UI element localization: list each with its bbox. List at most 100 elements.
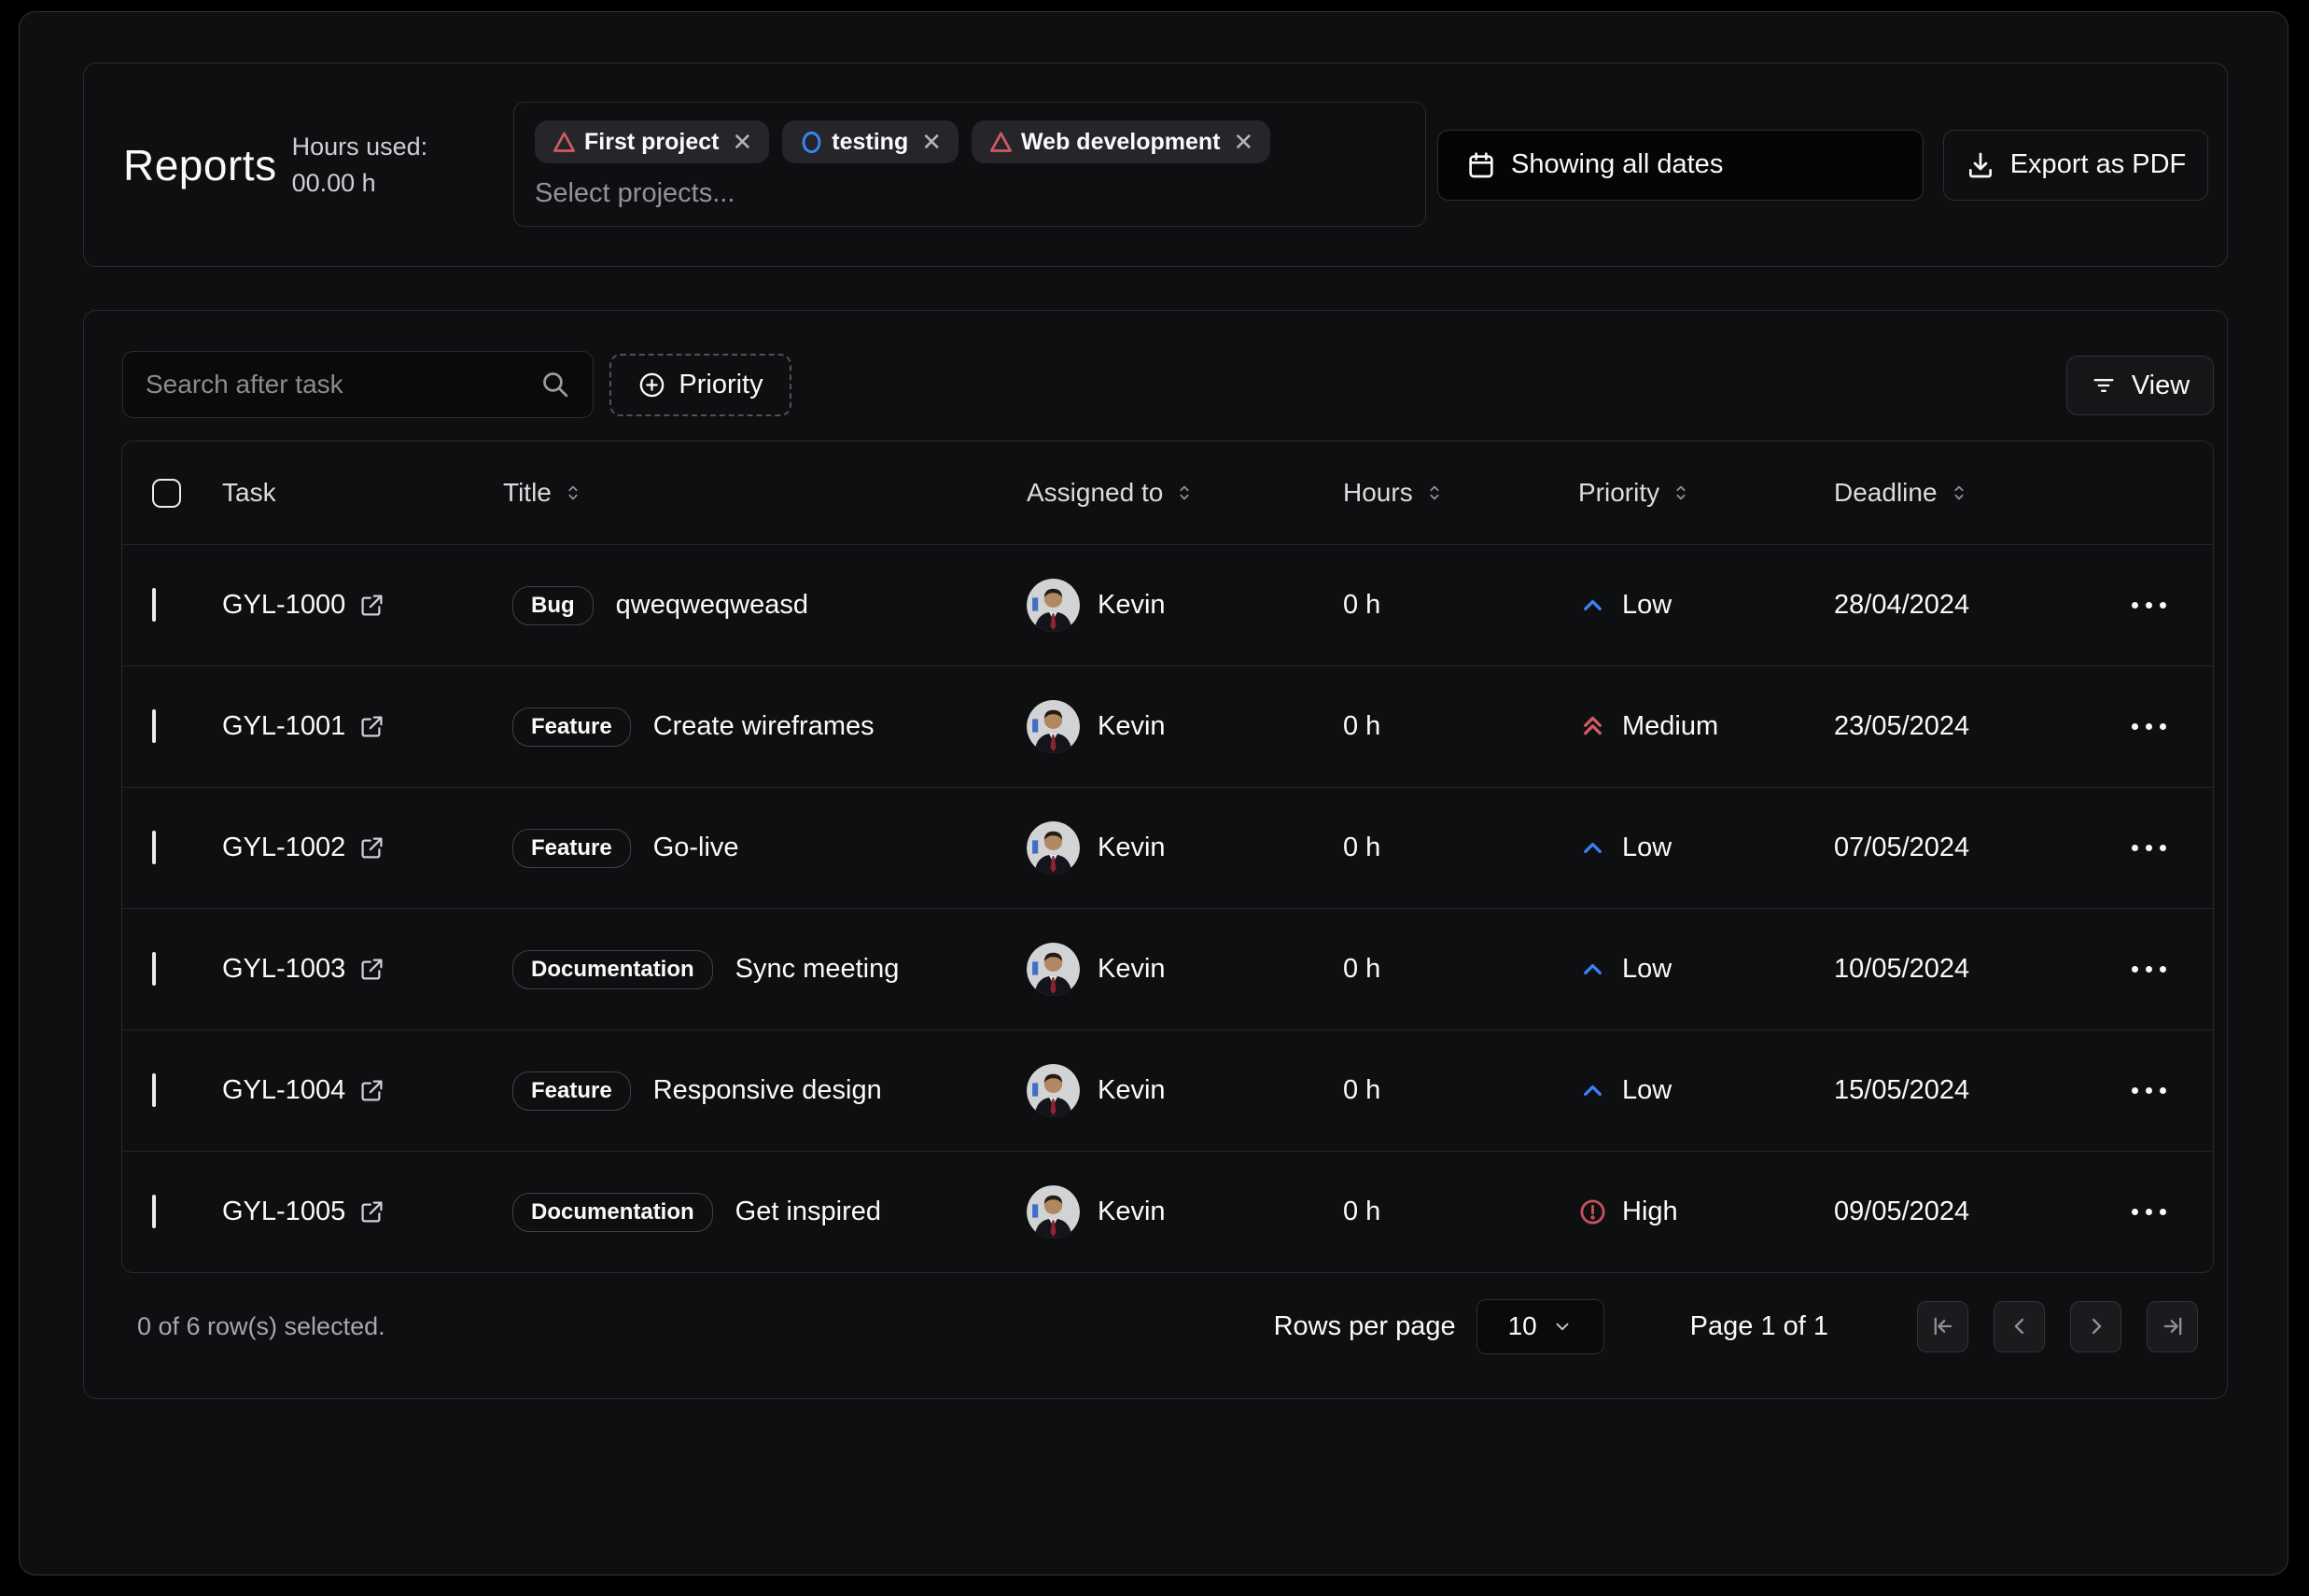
priority-low-icon xyxy=(1578,591,1607,620)
hours-used-label: Hours used: xyxy=(292,133,428,161)
deadline-value: 09/05/2024 xyxy=(1834,1197,1969,1226)
column-header-priority[interactable]: Priority xyxy=(1578,478,1834,508)
calendar-icon xyxy=(1466,150,1496,180)
column-header-assigned[interactable]: Assigned to xyxy=(1027,478,1343,508)
priority-label: High xyxy=(1622,1197,1678,1227)
priority-low-icon xyxy=(1578,833,1607,862)
hours-value: 0 h xyxy=(1343,711,1380,741)
last-page-button[interactable] xyxy=(2147,1301,2198,1352)
search-input[interactable] xyxy=(122,351,594,418)
select-projects-placeholder[interactable]: Select projects... xyxy=(535,178,1405,209)
hours-value: 0 h xyxy=(1343,954,1380,984)
tasks-table: Task Title Assigned to Hours Priority xyxy=(121,441,2214,1273)
priority-label: Low xyxy=(1622,954,1672,985)
hours-used-value: 00.00 h xyxy=(292,169,428,198)
download-icon xyxy=(1966,150,1995,180)
row-actions-menu-icon[interactable] xyxy=(2122,835,2176,861)
task-type-badge: Documentation xyxy=(512,950,713,989)
avatar xyxy=(1027,1185,1080,1239)
table-row[interactable]: GYL-1005 Documentation Get inspired xyxy=(122,1151,2213,1272)
row-checkbox[interactable] xyxy=(152,831,156,864)
table-footer: 0 of 6 row(s) selected. Rows per page 10… xyxy=(121,1284,2198,1368)
header-actions: Showing all dates Export as PDF xyxy=(1437,130,2208,201)
export-pdf-label: Export as PDF xyxy=(2010,149,2187,180)
table-row[interactable]: GYL-1000 Bug qweqweqweasd xyxy=(122,544,2213,665)
previous-page-button[interactable] xyxy=(1994,1301,2045,1352)
hours-value: 0 h xyxy=(1343,1075,1380,1105)
remove-tag-icon[interactable]: ✕ xyxy=(1234,128,1254,157)
next-page-button[interactable] xyxy=(2070,1301,2121,1352)
task-title: Sync meeting xyxy=(735,954,900,985)
table-row[interactable]: GYL-1003 Documentation Sync meeting xyxy=(122,908,2213,1029)
task-id: GYL-1003 xyxy=(222,954,345,985)
external-link-icon[interactable] xyxy=(359,1199,385,1225)
project-selector[interactable]: First project ✕ testing ✕ Web developmen… xyxy=(513,102,1426,227)
table-row[interactable]: GYL-1004 Feature Responsive design xyxy=(122,1029,2213,1151)
task-type-badge: Documentation xyxy=(512,1193,713,1232)
task-type-badge: Feature xyxy=(512,1071,631,1111)
view-button[interactable]: View xyxy=(2066,356,2214,415)
export-pdf-button[interactable]: Export as PDF xyxy=(1943,130,2208,201)
row-checkbox[interactable] xyxy=(152,709,156,743)
assignee-name: Kevin xyxy=(1098,833,1166,863)
assignee-name: Kevin xyxy=(1098,1197,1166,1227)
priority-label: Medium xyxy=(1622,711,1718,742)
row-checkbox[interactable] xyxy=(152,588,156,622)
column-header-title[interactable]: Title xyxy=(503,478,1027,508)
selection-status: 0 of 6 row(s) selected. xyxy=(137,1312,385,1341)
external-link-icon[interactable] xyxy=(359,835,385,861)
deadline-value: 23/05/2024 xyxy=(1834,711,1969,741)
page-title: Reports xyxy=(123,140,277,190)
avatar xyxy=(1027,579,1080,632)
row-actions-menu-icon[interactable] xyxy=(2122,1199,2176,1225)
column-header-deadline[interactable]: Deadline xyxy=(1834,478,2082,508)
assignee-name: Kevin xyxy=(1098,1075,1166,1106)
priority-high-icon xyxy=(1578,1197,1607,1226)
reports-page: Reports Hours used: 00.00 h First projec… xyxy=(19,11,2288,1575)
row-checkbox[interactable] xyxy=(152,1195,156,1228)
project-tag-label: First project xyxy=(584,129,719,156)
external-link-icon[interactable] xyxy=(359,1078,385,1103)
row-actions-menu-icon[interactable] xyxy=(2122,593,2176,618)
tasks-panel: Priority View Task Title As xyxy=(83,310,2228,1399)
first-page-button[interactable] xyxy=(1917,1301,1968,1352)
priority-label: Low xyxy=(1622,1075,1672,1106)
project-tag[interactable]: Web development ✕ xyxy=(972,120,1270,163)
project-tag-label: Web development xyxy=(1021,129,1220,156)
external-link-icon[interactable] xyxy=(359,957,385,982)
row-actions-menu-icon[interactable] xyxy=(2122,957,2176,982)
reports-header-panel: Reports Hours used: 00.00 h First projec… xyxy=(83,63,2228,267)
priority-low-icon xyxy=(1578,1076,1607,1105)
task-title: Responsive design xyxy=(653,1075,882,1106)
task-id: GYL-1002 xyxy=(222,833,345,863)
column-header-hours[interactable]: Hours xyxy=(1343,478,1578,508)
view-button-label: View xyxy=(2132,371,2190,401)
date-range-button[interactable]: Showing all dates xyxy=(1437,130,1924,201)
external-link-icon[interactable] xyxy=(359,714,385,739)
table-row[interactable]: GYL-1002 Feature Go-live xyxy=(122,787,2213,908)
row-checkbox[interactable] xyxy=(152,952,156,986)
project-tag[interactable]: First project ✕ xyxy=(535,120,769,163)
row-actions-menu-icon[interactable] xyxy=(2122,1078,2176,1103)
avatar xyxy=(1027,821,1080,875)
row-checkbox[interactable] xyxy=(152,1073,156,1107)
project-tag-row: First project ✕ testing ✕ Web developmen… xyxy=(535,120,1405,163)
rows-per-page-select[interactable]: 10 xyxy=(1476,1299,1604,1354)
title-block: Reports Hours used: 00.00 h xyxy=(123,133,427,198)
project-tag[interactable]: testing ✕ xyxy=(782,120,959,163)
remove-tag-icon[interactable]: ✕ xyxy=(921,128,942,157)
priority-filter-button[interactable]: Priority xyxy=(609,354,791,416)
task-id: GYL-1000 xyxy=(222,590,345,621)
priority-low-icon xyxy=(1578,955,1607,984)
assignee-name: Kevin xyxy=(1098,711,1166,742)
select-all-checkbox[interactable] xyxy=(152,479,181,508)
pagination xyxy=(1917,1301,2198,1352)
row-actions-menu-icon[interactable] xyxy=(2122,714,2176,739)
external-link-icon[interactable] xyxy=(359,593,385,618)
task-title: Get inspired xyxy=(735,1197,881,1227)
table-row[interactable]: GYL-1001 Feature Create wireframes xyxy=(122,665,2213,787)
sort-icon xyxy=(1424,483,1445,503)
table-header-row: Task Title Assigned to Hours Priority xyxy=(122,441,2213,544)
page-indicator: Page 1 of 1 xyxy=(1690,1311,1828,1342)
remove-tag-icon[interactable]: ✕ xyxy=(732,128,752,157)
